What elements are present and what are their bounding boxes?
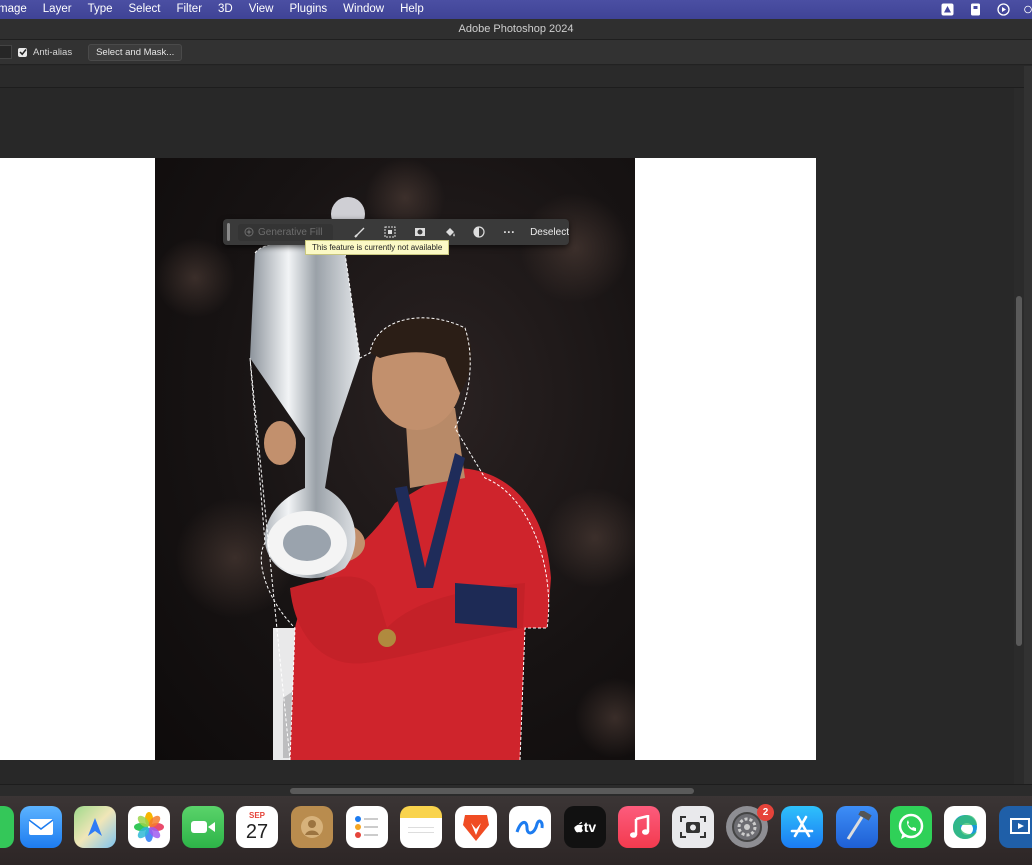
horizontal-scroll-thumb[interactable] [290, 788, 694, 794]
dock-mail-icon[interactable] [20, 806, 62, 848]
options-bar: Anti-alias Select and Mask... [0, 40, 1032, 65]
hammer-icon [846, 811, 872, 840]
freeform-squiggle-icon [515, 819, 544, 835]
canvas-left-area[interactable] [0, 158, 155, 760]
apple-logo-icon [574, 822, 583, 833]
menu-3d[interactable]: 3D [210, 0, 241, 19]
control-center-icon[interactable] [1024, 3, 1032, 16]
generative-fill-icon [244, 227, 254, 237]
horizontal-scrollbar[interactable] [0, 784, 1032, 796]
dock-freeform-icon[interactable] [509, 806, 551, 848]
vertical-scrollbar[interactable] [1014, 88, 1024, 784]
dock-whatsapp-icon[interactable] [890, 806, 932, 848]
cloud-drive-icon[interactable] [940, 3, 954, 16]
music-note-icon [630, 815, 650, 838]
status-icons [940, 0, 1032, 19]
document-icon[interactable] [968, 3, 982, 16]
dock-messages-icon[interactable] [0, 806, 14, 848]
generative-fill-button[interactable]: Generative Fill [237, 223, 334, 241]
canvas-right-area[interactable] [635, 158, 816, 760]
brave-lion-icon [463, 815, 489, 841]
menu-layer[interactable]: Layer [35, 0, 80, 19]
antialias-checkbox[interactable] [18, 47, 27, 57]
contact-person-icon [301, 816, 323, 838]
play-circle-icon[interactable] [996, 3, 1010, 16]
generative-fill-label: Generative Fill [257, 226, 323, 238]
taskbar-grip-handle[interactable] [227, 223, 230, 241]
paint-bucket-icon [445, 228, 455, 237]
calendar-day: 27 [245, 821, 269, 843]
menu-help[interactable]: Help [392, 0, 432, 19]
dock-calendar-icon[interactable]: SEP 27 [236, 806, 278, 848]
menu-type[interactable]: Type [80, 0, 121, 19]
feature-unavailable-tooltip: This feature is currently not available [305, 240, 450, 255]
more-options-button[interactable]: ··· [494, 219, 524, 245]
whatsapp-phone-icon [898, 813, 924, 839]
feather-field[interactable] [0, 45, 12, 59]
dock-appletv-icon[interactable]: tv [564, 806, 606, 848]
remote-desktop-icon [1010, 818, 1030, 834]
dock-notes-icon[interactable] [400, 806, 442, 848]
video-camera-icon [191, 821, 215, 833]
deselect-button[interactable]: Deselect [530, 227, 569, 238]
menu-view[interactable]: View [241, 0, 282, 19]
adjustment-layer-button[interactable] [465, 219, 495, 245]
settings-notification-badge: 2 [757, 804, 774, 821]
menu-window[interactable]: Window [335, 0, 392, 19]
envelope-icon [28, 819, 54, 835]
dock-remote-desktop-icon[interactable] [999, 806, 1032, 848]
antialias-label: Anti-alias [33, 46, 73, 58]
app-title: Adobe Photoshop 2024 [0, 19, 1032, 40]
reminders-list-icon [355, 816, 378, 838]
photos-flower-icon [134, 812, 164, 842]
dock-facetime-icon[interactable] [182, 806, 224, 848]
select-and-mask-button[interactable]: Select and Mask... [88, 43, 183, 61]
appletv-label: tv [583, 819, 597, 835]
map-arrow-icon [88, 818, 102, 836]
dock-maps-icon[interactable] [74, 806, 116, 848]
menu-image[interactable]: mage [0, 0, 35, 19]
notes-lines-icon [408, 827, 434, 833]
macos-dock: SEP 27 tv 2 [0, 796, 1032, 865]
dock-brave-icon[interactable] [455, 806, 497, 848]
right-panel-edge [1024, 66, 1032, 784]
menu-select[interactable]: Select [121, 0, 169, 19]
vertical-scroll-thumb[interactable] [1016, 296, 1022, 646]
document-tab-strip [0, 66, 1032, 88]
menu-bar: mage Layer Type Select Filter 3D View Pl… [0, 0, 1032, 19]
adjustment-icon [473, 226, 486, 238]
dock-reminders-icon[interactable] [346, 806, 388, 848]
dock-xcode-icon[interactable] [836, 806, 878, 848]
edge-browser-icon [953, 815, 977, 839]
calendar-month: SEP [248, 811, 265, 820]
dock-photos-icon[interactable] [128, 806, 170, 848]
brush-selection-icon [354, 227, 365, 238]
checkmark-icon [18, 49, 27, 56]
dock-music-icon[interactable] [618, 806, 660, 848]
dock-contacts-icon[interactable] [291, 806, 333, 848]
menu-plugins[interactable]: Plugins [281, 0, 335, 19]
app-store-a-icon [790, 815, 814, 838]
dock-screenshot-icon[interactable] [672, 806, 714, 848]
camera-capture-icon [680, 816, 706, 838]
photoshop-window: mage Layer Type Select Filter 3D View Pl… [0, 0, 1032, 865]
mask-icon [414, 228, 425, 236]
menu-filter[interactable]: Filter [168, 0, 210, 19]
invert-selection-icon [384, 226, 396, 238]
dock-app-store-icon[interactable] [781, 806, 823, 848]
dock-edge-icon[interactable] [944, 806, 986, 848]
